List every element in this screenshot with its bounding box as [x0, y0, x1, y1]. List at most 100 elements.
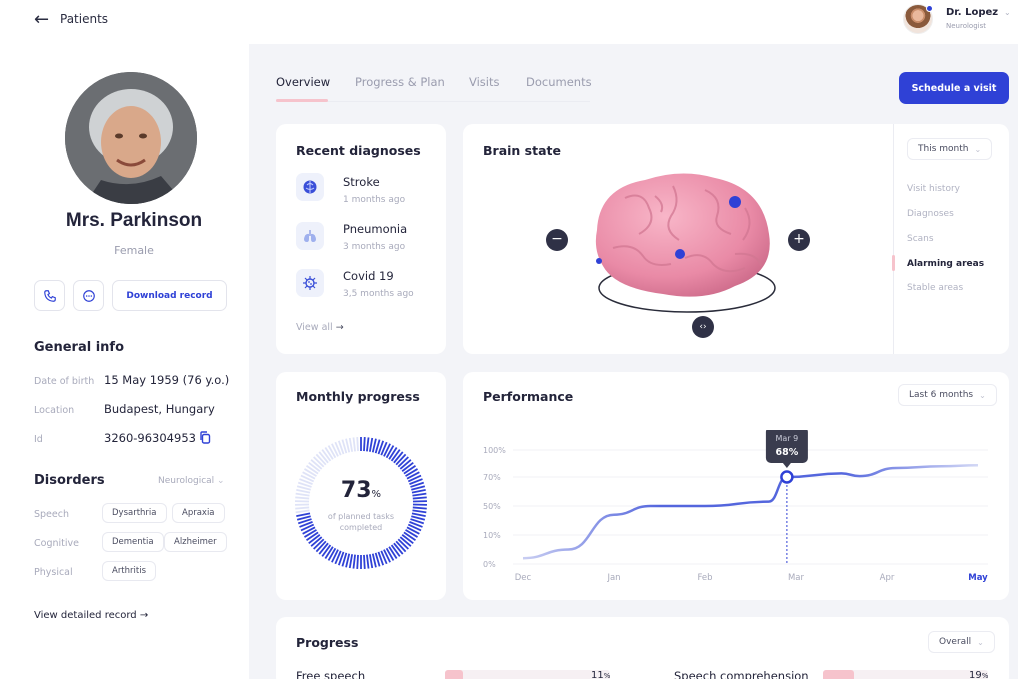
active-tab-indicator	[276, 99, 328, 102]
x-tick-label: Mar	[788, 573, 805, 583]
id-label: Id	[34, 434, 43, 445]
tab-overview[interactable]: Overview	[276, 75, 330, 89]
rotate-arrows-icon: ‹›	[699, 322, 707, 332]
brain-menu-stable-areas[interactable]: Stable areas	[907, 283, 963, 293]
disorder-tag[interactable]: Dementia	[102, 532, 164, 552]
progress-value-wrap: 73%	[294, 478, 428, 503]
tab-documents[interactable]: Documents	[526, 75, 592, 89]
progress-ring-tick	[412, 506, 427, 510]
progress-ring-tick	[324, 446, 334, 460]
progress-ring-tick	[366, 554, 370, 569]
doctor-role: Neurologist	[946, 22, 986, 30]
x-tick-label: May	[968, 573, 988, 583]
general-info-title: General info	[34, 340, 125, 355]
progress-ring	[294, 436, 428, 570]
progress-ring-tick	[411, 512, 426, 517]
disorder-tag[interactable]: Dysarthria	[102, 503, 167, 523]
tab-visits[interactable]: Visits	[469, 75, 500, 89]
tooltip-value: 68%	[776, 447, 799, 458]
x-tick-label: Dec	[515, 573, 532, 583]
performance-title: Performance	[483, 389, 574, 404]
performance-period-label: Last 6 months	[909, 390, 974, 400]
brain-menu-visit-history[interactable]: Visit history	[907, 184, 960, 194]
progress-ring-tick	[363, 437, 366, 452]
progress-ring-tick	[295, 506, 310, 510]
diagnosis-time: 1 months ago	[343, 195, 406, 205]
progress-item-value: 19%	[969, 670, 988, 679]
progress-ring-tick	[295, 509, 310, 514]
zoom-in-button[interactable]: +	[788, 229, 810, 251]
doctor-name[interactable]: Dr. Lopez	[946, 7, 998, 18]
copy-icon[interactable]	[199, 431, 211, 447]
download-record-button[interactable]: Download record	[112, 280, 227, 311]
brain-model[interactable]	[585, 168, 785, 346]
progress-ring-tick	[324, 546, 334, 560]
plus-icon: +	[793, 231, 805, 247]
tab-progress-plan[interactable]: Progress & Plan	[355, 75, 445, 89]
rotate-handle[interactable]: ‹›	[692, 316, 714, 338]
progress-filter-label: Overall	[939, 637, 972, 647]
progress-ring-tick	[348, 437, 354, 452]
progress-filter-select[interactable]: Overall ⌄	[928, 631, 995, 653]
brain-menu-scans[interactable]: Scans	[907, 234, 934, 244]
back-arrow-icon[interactable]: ←	[34, 11, 49, 29]
dob-value: 15 May 1959 (76 y.o.)	[104, 373, 230, 387]
brain-period-select[interactable]: This month ⌄	[907, 138, 993, 160]
progress-item-unit: %	[603, 672, 611, 679]
back-label[interactable]: Patients	[60, 12, 108, 26]
view-detailed-record-label: View detailed record	[34, 610, 137, 621]
x-tick-label: Jan	[606, 573, 620, 583]
progress-bar-fill	[823, 670, 855, 679]
progress-ring-tick	[352, 554, 356, 569]
progress-ring-tick	[296, 512, 311, 517]
message-button[interactable]	[73, 280, 104, 311]
y-tick-label: 70%	[483, 473, 501, 482]
monthly-progress-title: Monthly progress	[296, 389, 420, 404]
progress-ring-tick	[388, 546, 398, 560]
y-tick-label: 50%	[483, 502, 501, 511]
progress-ring-tick	[352, 437, 356, 452]
zoom-out-button[interactable]: −	[546, 229, 568, 251]
data-point-marker[interactable]	[780, 470, 794, 484]
disorder-tag[interactable]: Arthritis	[102, 561, 157, 581]
progress-item-unit: %	[981, 672, 989, 679]
minus-icon: −	[551, 231, 563, 247]
virus-icon	[296, 269, 324, 297]
performance-chart: 100% 70% 50% 10% 0% Dec Jan Feb Mar Apr May Mar 9 68…	[463, 427, 1009, 590]
progress-ring-tick	[388, 446, 398, 460]
diagnosis-name[interactable]: Pneumonia	[343, 222, 407, 236]
diagnosis-name[interactable]: Stroke	[343, 175, 380, 189]
brain-state-title: Brain state	[483, 143, 561, 158]
view-all-label: View all	[296, 322, 333, 333]
lungs-icon	[296, 222, 324, 250]
chevron-down-icon: ⌄	[974, 144, 982, 154]
tooltip-date: Mar 9	[776, 434, 799, 443]
brain-menu-diagnoses[interactable]: Diagnoses	[907, 209, 954, 219]
schedule-visit-button[interactable]: Schedule a visit	[899, 72, 1009, 104]
performance-period-select[interactable]: Last 6 months ⌄	[898, 384, 997, 406]
call-button[interactable]	[34, 280, 65, 311]
patient-name: Mrs. Parkinson	[65, 210, 203, 231]
id-value: 3260-96304953	[104, 431, 196, 445]
dob-label: Date of birth	[34, 376, 95, 387]
view-all-link[interactable]: View all →	[296, 322, 344, 333]
arrow-right-icon: →	[335, 322, 344, 333]
progress-ring-tick	[371, 553, 377, 568]
disorder-tag[interactable]: Alzheimer	[164, 532, 227, 552]
progress-item-number: 11	[591, 670, 604, 679]
view-detailed-record-link[interactable]: View detailed record →	[34, 610, 148, 621]
progress-ring-tick	[368, 437, 374, 452]
progress-ring-tick	[371, 438, 377, 453]
progress-item-value: 11%	[591, 670, 610, 679]
patient-photo	[65, 72, 197, 204]
brain-menu-alarming-areas[interactable]: Alarming areas	[907, 259, 984, 269]
patient-gender: Female	[114, 244, 154, 257]
y-tick-label: 100%	[483, 446, 506, 455]
notification-dot-icon	[926, 5, 933, 12]
disorders-filter[interactable]: Neurological ⌄	[158, 476, 225, 486]
diagnosis-name[interactable]: Covid 19	[343, 269, 394, 283]
chevron-down-icon[interactable]: ⌄	[1004, 8, 1011, 17]
location-label: Location	[34, 405, 75, 416]
disorder-tag[interactable]: Apraxia	[172, 503, 225, 523]
progress-ring-tick	[366, 437, 370, 452]
